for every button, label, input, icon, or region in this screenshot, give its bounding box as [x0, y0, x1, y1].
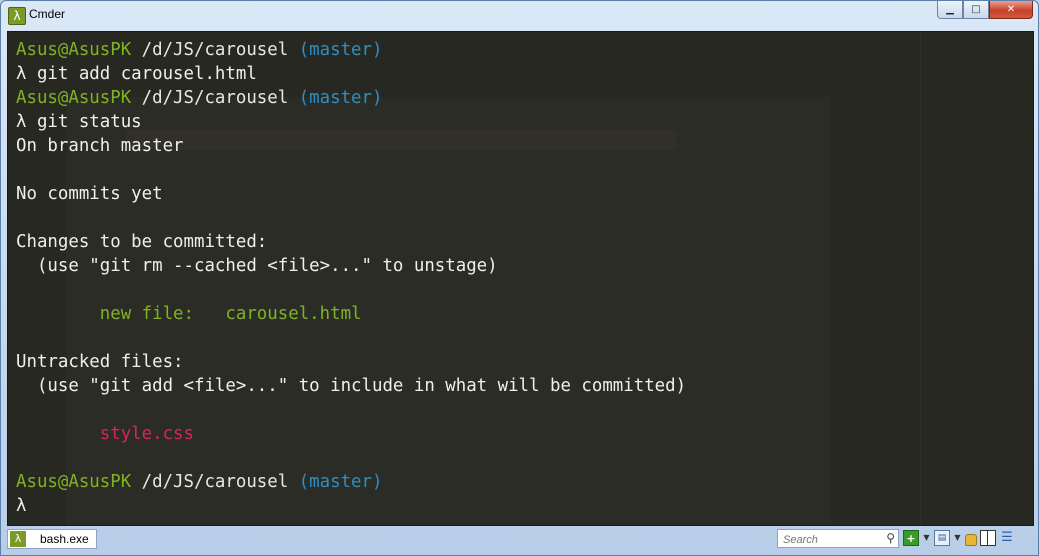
terminal-text: (use "git add <file>..." to include in w… [16, 376, 687, 396]
search-input[interactable] [781, 531, 881, 549]
minimize-button[interactable]: ▁ [937, 1, 963, 19]
terminal-line: λ git status [16, 110, 686, 134]
ghost-separator [920, 32, 921, 525]
terminal-text: (use "git rm --cached <file>..." to unst… [16, 256, 498, 276]
terminal-text: Untracked files: [16, 352, 184, 372]
terminal-line: style.css [16, 422, 686, 446]
console-tab-bash[interactable]: λ bash.exe [7, 529, 97, 549]
new-console-dropdown-icon[interactable]: ▼ [922, 530, 931, 546]
console-list-icon[interactable]: ▤ [934, 530, 950, 546]
terminal-line: Asus@AsusPK /d/JS/carousel (master) [16, 470, 686, 494]
terminal-text: λ git add carousel.html [16, 64, 257, 84]
terminal-text: λ [16, 496, 27, 516]
terminal-text: λ git status [16, 112, 142, 132]
tab-label: bash.exe [40, 532, 89, 546]
terminal-line: No commits yet [16, 182, 686, 206]
terminal-text: /d/JS/carousel [131, 88, 299, 108]
terminal-text: Changes to be committed: [16, 232, 268, 252]
terminal-text: On branch master [16, 136, 184, 156]
terminal-text: No commits yet [16, 184, 163, 204]
terminal-line: λ [16, 494, 686, 518]
split-view-icon[interactable] [980, 530, 996, 546]
window-controls: ▁ □ ✕ [937, 1, 1033, 21]
terminal-line: (use "git rm --cached <file>..." to unst… [16, 254, 686, 278]
new-console-icon[interactable]: + [903, 530, 919, 546]
maximize-button[interactable]: □ [963, 1, 989, 19]
terminal-text: style.css [16, 424, 194, 444]
status-bar: λ bash.exe ⚲ + ▼ ▤ ▼ ☰ [7, 527, 1034, 551]
search-box[interactable]: ⚲ [777, 529, 899, 549]
terminal-text: (master) [298, 40, 383, 60]
lambda-app-icon[interactable]: λ [8, 7, 26, 25]
terminal-text: new file: carousel.html [16, 304, 362, 324]
terminal-console[interactable]: Asus@AsusPK /d/JS/carousel (master) λ git… [7, 31, 1034, 526]
search-icon[interactable]: ⚲ [886, 531, 895, 545]
terminal-line: new file: carousel.html [16, 302, 686, 326]
window-title: Cmder [29, 7, 66, 21]
terminal-line: Asus@AsusPK /d/JS/carousel (master) [16, 86, 686, 110]
terminal-text: (master) [298, 88, 383, 108]
status-toolbar: + ▼ ▤ ▼ ☰ [903, 530, 1018, 546]
terminal-text: /d/JS/carousel [131, 40, 299, 60]
menu-lines-icon[interactable]: ☰ [999, 530, 1015, 546]
title-bar[interactable]: λ Cmder ▁ □ ✕ [1, 1, 1038, 31]
terminal-text: Asus@AsusPK [16, 472, 132, 492]
terminal-output: Asus@AsusPK /d/JS/carousel (master) λ git… [16, 38, 686, 518]
terminal-line: On branch master [16, 134, 686, 158]
cmder-window: λ Cmder ▁ □ ✕ Asus@AsusPK /d/JS/carousel… [0, 0, 1039, 556]
lock-icon[interactable] [965, 534, 977, 546]
terminal-text: Asus@AsusPK [16, 88, 132, 108]
terminal-text: /d/JS/carousel [131, 472, 299, 492]
terminal-text: Asus@AsusPK [16, 40, 132, 60]
lambda-tab-icon: λ [10, 531, 26, 547]
terminal-line: Asus@AsusPK /d/JS/carousel (master) [16, 38, 686, 62]
terminal-text: (master) [298, 472, 383, 492]
close-button[interactable]: ✕ [989, 1, 1033, 19]
console-list-dropdown-icon[interactable]: ▼ [953, 530, 962, 546]
terminal-line: Changes to be committed: [16, 230, 686, 254]
terminal-line: λ git add carousel.html [16, 62, 686, 86]
terminal-line: Untracked files: [16, 350, 686, 374]
terminal-line: (use "git add <file>..." to include in w… [16, 374, 686, 398]
